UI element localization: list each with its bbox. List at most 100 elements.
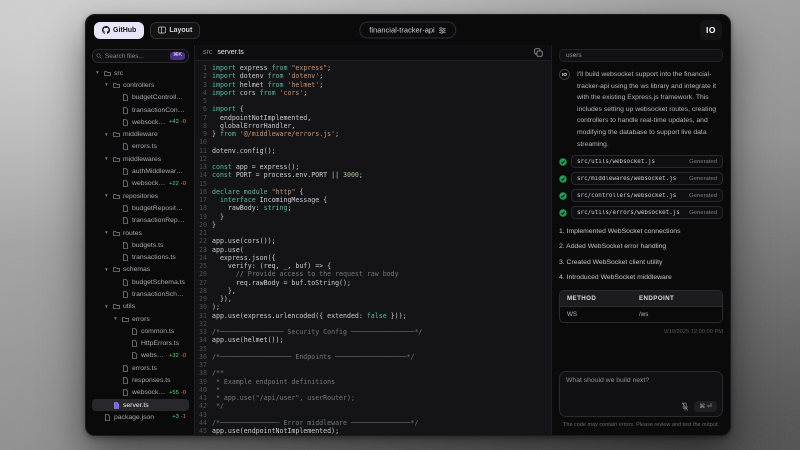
tree-item-transactionRepository.ts[interactable]: transactionRepository.ts [92,215,189,227]
line-number: 27 [199,278,207,287]
line-number: 3 [203,80,207,89]
step-item: 3. Created WebSocket client utility [559,258,663,266]
send-button[interactable]: ⌘ ⏎ [694,401,717,412]
app-logo[interactable]: IO [700,20,722,40]
github-button-label: GitHub [113,26,137,34]
code-line: 41 * app.use("/api/user", userRouter); [195,394,551,402]
search-files-input[interactable]: Search files... ⌘K [92,49,189,63]
tree-item-src[interactable]: ▾ src [92,67,189,79]
line-number: 15 [199,179,207,188]
tree-item-package.json[interactable]: package.json +3 -1 [92,411,189,423]
tree-item-budgetController.ts[interactable]: budgetController.ts [92,92,189,104]
chevron-down-icon: ▾ [105,131,108,138]
tree-item-repositories[interactable]: ▾ repositories [92,190,189,202]
check-circle-icon [559,191,567,200]
generated-file-chip[interactable]: src/utils/errors/websocket.js Generated [559,206,723,220]
tree-item-websocket.js[interactable]: websocket.js+22-0 [92,178,189,190]
line-number: 2 [203,72,207,81]
file-path: src/utils/errors/websocket.js [577,209,680,216]
assistant-message-text: I'll build websocket support into the fi… [577,71,717,148]
code-line: 26 // Provide access to the request raw … [195,270,551,278]
tree-item-routes[interactable]: ▾ routes [92,227,189,239]
code-line: 42 */ [195,402,551,410]
line-number: 18 [199,204,207,213]
code-line: 22 app.use(cors()); [195,237,551,245]
code-line: 20} [195,221,551,229]
tree-item-HttpErrors.ts[interactable]: HttpErrors.ts [92,338,189,350]
chat-messages[interactable]: IO I'll build websocket support into the… [559,62,723,367]
code-line: 45 app.use(endpointNotImplemented); [195,427,551,435]
tree-item-errors[interactable]: ▾ errors [92,313,189,325]
file-icon [123,119,128,126]
tree-item-responses.ts[interactable]: responses.ts [92,374,189,386]
line-number: 5 [203,97,207,105]
tree-item-budgetSchema.ts[interactable]: budgetSchema.ts [92,276,189,288]
chevron-down-icon: ▾ [105,303,108,310]
check-circle-icon [559,174,567,183]
folder-icon [113,267,120,273]
generated-file-chip[interactable]: src/utils/websocket.js Generated [559,155,723,169]
tree-item-authMiddleware.ts[interactable]: authMiddleware.ts [92,165,189,177]
file-icon [123,168,128,175]
line-number: 24 [199,253,207,262]
search-icon [96,53,102,59]
line-number: 12 [199,154,207,163]
tree-item-transactionController.ts[interactable]: transactionController.ts [92,104,189,116]
tree-item-schemas[interactable]: ▾ schemas [92,264,189,276]
tab-users[interactable]: users [559,49,723,62]
line-number: 6 [203,105,207,114]
check-circle-icon [559,208,567,217]
table-cell: /ws [632,305,722,322]
layout-button[interactable]: Layout [150,21,201,39]
tree-item-errors.ts[interactable]: errors.ts [92,362,189,374]
diff-stats: +55 -0 [169,389,186,396]
file-icon [114,401,119,409]
disclaimer-text: The code may contain errors. Please revi… [563,422,719,428]
code-line: 40 * [195,386,551,394]
tree-item-budgetRepository.ts[interactable]: budgetRepository.ts [92,202,189,214]
tree-item-websocket.js[interactable]: websocket.js+32-0 [92,350,189,362]
file-icon [123,278,128,286]
tree-item-utils[interactable]: ▾ utils [92,301,189,313]
file-icon [123,364,128,372]
microphone-mute-icon[interactable] [681,402,689,411]
tree-item-server.ts[interactable]: server.ts [92,399,189,412]
line-number: 19 [199,212,207,221]
code-line: 13 const app = express(); [195,163,551,171]
chevron-down-icon: ▾ [114,316,117,323]
folder-icon [113,304,120,310]
tree-item-budgets.ts[interactable]: budgets.ts [92,239,189,251]
code-line: 39 * Example endpoint definitions [195,378,551,386]
tree-item-common.ts[interactable]: common.ts [92,325,189,337]
step-item: 2. Added WebSocket error handling [559,243,667,251]
generated-file-chip[interactable]: src/middlewares/websocket.js Generated [559,172,723,186]
file-icon [123,106,128,114]
line-number: 40 [199,385,207,394]
generated-file-chip[interactable]: src/controllers/websocket.js Generated [559,189,723,203]
tree-item-errors.ts[interactable]: errors.ts [92,141,189,153]
code-line: 27 req.rawBody = buf.toString(); [195,279,551,287]
tree-item-controllers[interactable]: ▾ controllers [92,79,189,91]
folder-icon [113,156,120,162]
file-icon [123,242,128,249]
code-content[interactable]: 1 import express from "express"; 2 import d… [195,61,551,435]
code-line: 5 [195,97,551,105]
tree-item-websocket.js[interactable]: websocket.js+42-0 [92,116,189,128]
copy-icon[interactable] [534,48,543,57]
tree-item-middleware[interactable]: ▾ middleware [92,128,189,140]
chat-input[interactable]: What should we build next? ⌘ ⏎ [559,371,723,417]
file-icon [123,180,128,188]
tree-item-transactions.ts[interactable]: transactions.ts [92,251,189,263]
line-number: 21 [199,229,207,237]
tree-item-middlewares[interactable]: ▾ middlewares [92,153,189,165]
tree-item-websocket.js[interactable]: websocket.js+55-0 [92,387,189,399]
line-number: 38 [199,369,207,378]
table-cell: WS [560,305,632,322]
code-line: 17 interface IncomingMessage { [195,196,551,204]
project-selector[interactable]: financial-tracker-api [359,21,457,39]
tree-item-transactionSchema.ts[interactable]: transactionSchema.ts [92,288,189,300]
line-number: 30 [199,303,207,312]
chevron-down-icon: ▾ [105,266,108,273]
code-line: 21 [195,229,551,237]
github-button[interactable]: GitHub [94,21,145,39]
